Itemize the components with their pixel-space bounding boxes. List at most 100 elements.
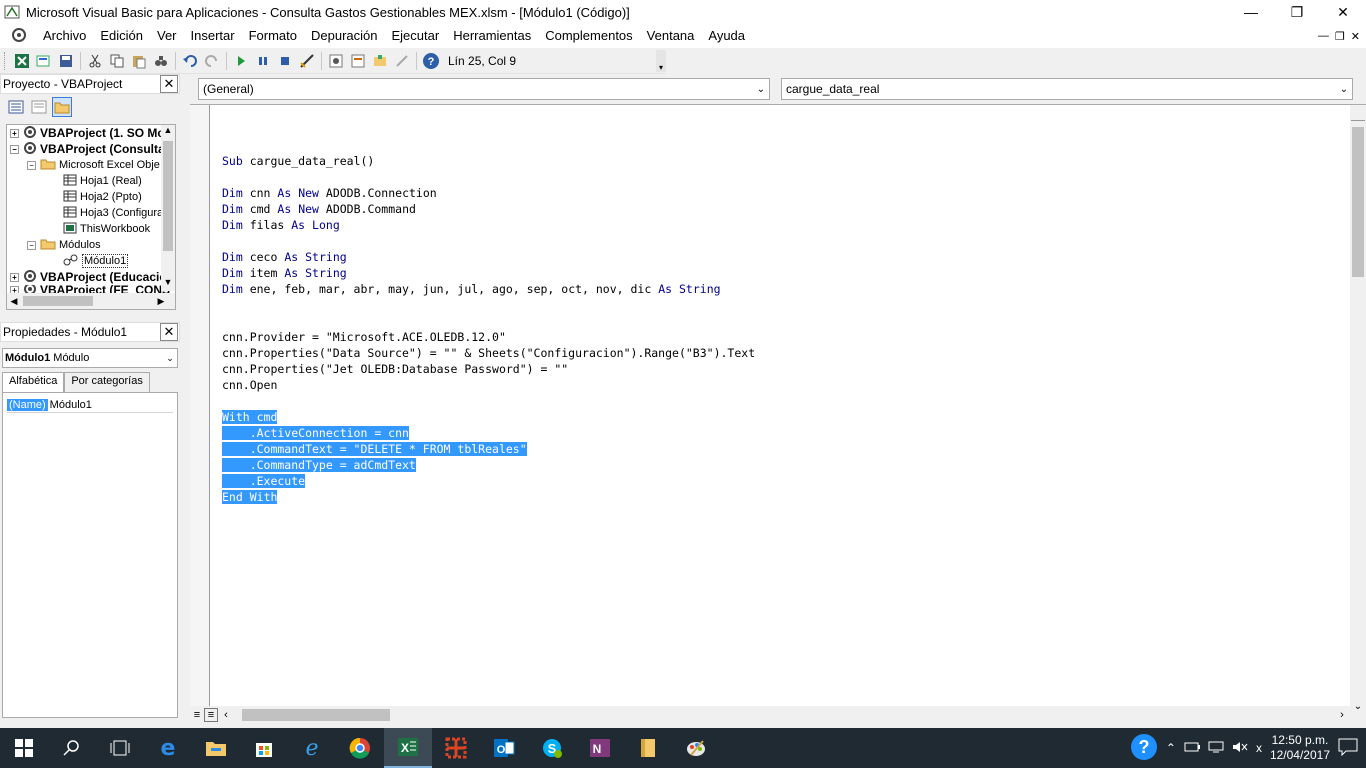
procedure-view-icon[interactable]: ≡ — [190, 709, 204, 721]
procedure-combo[interactable]: cargue_data_real ⌄ — [781, 78, 1353, 100]
code-line[interactable]: .Execute — [222, 473, 755, 489]
search-icon[interactable] — [48, 728, 96, 768]
tab-por-categorias[interactable]: Por categorías — [64, 372, 150, 392]
toolbar-options-button[interactable]: ▾ — [656, 49, 666, 72]
app-grid-icon[interactable] — [432, 728, 480, 768]
tree-item[interactable]: Hoja1 (Real) — [7, 173, 175, 189]
menu-edicion[interactable]: Edición — [93, 24, 150, 48]
maximize-button[interactable]: ❐ — [1274, 0, 1320, 24]
tree-horizontal-scrollbar[interactable]: ◀ ▶ — [7, 293, 175, 309]
vba-project-icon[interactable] — [10, 26, 32, 47]
show-hidden-icons[interactable]: ⌃ — [1166, 741, 1176, 755]
edge-icon[interactable]: e — [144, 728, 192, 768]
minimize-button[interactable]: — — [1228, 0, 1274, 24]
save-icon[interactable] — [55, 50, 77, 72]
code-line[interactable] — [222, 313, 755, 329]
code-line[interactable] — [222, 169, 755, 185]
code-line[interactable]: Dim filas As Long — [222, 217, 755, 233]
clock[interactable]: 12:50 p.m. 12/04/2017 — [1270, 733, 1330, 763]
insert-userform-icon[interactable] — [33, 50, 55, 72]
battery-icon[interactable] — [1184, 741, 1200, 755]
code-line[interactable]: Dim cnn As New ADODB.Connection — [222, 185, 755, 201]
object-browser-icon[interactable] — [369, 50, 391, 72]
close-button[interactable]: ✕ — [1320, 0, 1366, 24]
object-selector[interactable]: Módulo1 Módulo ⌄ — [2, 348, 178, 368]
view-code-icon[interactable] — [6, 97, 26, 117]
help-icon[interactable]: ? — [420, 50, 442, 72]
code-line[interactable]: Dim ene, feb, mar, abr, may, jun, jul, a… — [222, 281, 755, 297]
code-line[interactable]: .CommandText = "DELETE * FROM tblReales" — [222, 441, 755, 457]
code-line[interactable]: Dim ceco As String — [222, 249, 755, 265]
code-line[interactable]: Sub cargue_data_real() — [222, 153, 755, 169]
menu-ejecutar[interactable]: Ejecutar — [385, 24, 447, 48]
expand-icon[interactable]: + — [10, 128, 19, 138]
menu-depuracion[interactable]: Depuración — [304, 24, 385, 48]
toggle-folders-icon[interactable] — [52, 97, 72, 117]
menu-ventana[interactable]: Ventana — [640, 24, 702, 48]
paste-icon[interactable] — [128, 50, 150, 72]
tab-alfabetica[interactable]: Alfabética — [2, 372, 65, 392]
project-close-button[interactable]: ✕ — [160, 75, 178, 93]
tree-item[interactable]: + VBAProject (Educacio — [7, 269, 175, 285]
properties-window-icon[interactable] — [347, 50, 369, 72]
full-module-view-icon[interactable]: ≡ — [204, 708, 218, 722]
code-line[interactable]: .ActiveConnection = cnn — [222, 425, 755, 441]
code-margin[interactable] — [190, 105, 210, 714]
code-editor[interactable]: Sub cargue_data_real() Dim cnn As New AD… — [190, 104, 1366, 714]
break-icon[interactable] — [252, 50, 274, 72]
property-value[interactable]: Módulo1 — [48, 399, 92, 411]
copy-icon[interactable] — [106, 50, 128, 72]
collapse-icon[interactable]: − — [10, 144, 19, 154]
project-explorer-icon[interactable] — [325, 50, 347, 72]
outlook-icon[interactable]: O — [480, 728, 528, 768]
task-view-icon[interactable] — [96, 728, 144, 768]
scroll-left-icon[interactable]: ‹ — [218, 709, 234, 721]
properties-close-button[interactable]: ✕ — [160, 323, 178, 341]
cut-icon[interactable] — [84, 50, 106, 72]
tree-item[interactable]: Hoja3 (Configura — [7, 205, 175, 221]
mdi-restore-button[interactable]: ❐ — [1335, 30, 1345, 43]
menu-archivo[interactable]: Archivo — [36, 24, 93, 48]
menu-ver[interactable]: Ver — [150, 24, 184, 48]
store-icon[interactable] — [240, 728, 288, 768]
code-line[interactable] — [222, 297, 755, 313]
scroll-thumb[interactable] — [1352, 127, 1364, 277]
internet-explorer-icon[interactable]: e — [288, 728, 336, 768]
menu-complementos[interactable]: Complementos — [538, 24, 639, 48]
menu-ayuda[interactable]: Ayuda — [701, 24, 752, 48]
mdi-close-button[interactable]: ✕ — [1351, 30, 1360, 43]
input-language[interactable]: х — [1256, 741, 1262, 755]
redo-icon[interactable] — [201, 50, 223, 72]
scroll-down-icon[interactable]: ⌄ — [1350, 701, 1366, 712]
split-bar[interactable] — [1351, 107, 1365, 121]
tree-item[interactable]: − VBAProject (Consulta — [7, 141, 175, 157]
run-icon[interactable] — [230, 50, 252, 72]
tree-item[interactable]: ThisWorkbook — [7, 221, 175, 237]
tree-vertical-scrollbar[interactable]: ▲ ▼ — [161, 125, 175, 291]
excel-icon[interactable]: X — [384, 728, 432, 768]
scroll-right-icon[interactable]: › — [1334, 709, 1350, 721]
code-line[interactable]: Dim item As String — [222, 265, 755, 281]
windows-start-icon[interactable] — [0, 728, 48, 768]
toolbox-icon[interactable] — [391, 50, 413, 72]
undo-icon[interactable] — [179, 50, 201, 72]
view-object-icon[interactable] — [29, 97, 49, 117]
paint-icon[interactable] — [672, 728, 720, 768]
chevron-down-icon[interactable]: ⌄ — [163, 353, 177, 364]
code-text[interactable]: Sub cargue_data_real() Dim cnn As New AD… — [222, 153, 755, 505]
chrome-icon[interactable] — [336, 728, 384, 768]
code-line[interactable] — [222, 393, 755, 409]
collapse-icon[interactable]: − — [27, 240, 36, 250]
help-icon[interactable]: ? — [1130, 733, 1158, 764]
code-line[interactable]: With cmd — [222, 409, 755, 425]
code-line[interactable]: cnn.Provider = "Microsoft.ACE.OLEDB.12.0… — [222, 329, 755, 345]
notifications-icon[interactable] — [1338, 738, 1358, 759]
mdi-minimize-button[interactable]: — — [1318, 30, 1329, 43]
sticky-folder-icon[interactable] — [624, 728, 672, 768]
expand-icon[interactable]: + — [10, 272, 19, 282]
onenote-icon[interactable]: N — [576, 728, 624, 768]
file-explorer-icon[interactable] — [192, 728, 240, 768]
code-line[interactable]: cnn.Open — [222, 377, 755, 393]
code-vertical-scrollbar[interactable]: ⌄ — [1350, 105, 1366, 714]
menu-herramientas[interactable]: Herramientas — [446, 24, 538, 48]
